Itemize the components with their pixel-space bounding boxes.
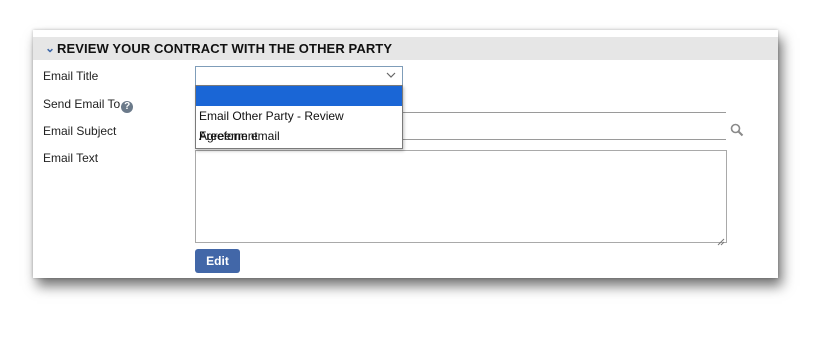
email-title-dropdown: Email Other Party - Review Agreement Fre… xyxy=(195,85,403,149)
dropdown-option-freeform[interactable]: Freeform email xyxy=(196,126,402,146)
email-text-area[interactable] xyxy=(195,150,727,246)
send-email-to-label: Send Email To xyxy=(43,97,121,111)
email-title-select[interactable] xyxy=(195,66,403,86)
search-icon[interactable] xyxy=(730,123,744,137)
review-contract-panel: ⌄ REVIEW YOUR CONTRACT WITH THE OTHER PA… xyxy=(33,30,778,278)
chevron-down-icon[interactable] xyxy=(385,68,397,82)
edit-button[interactable]: Edit xyxy=(195,249,240,273)
dropdown-option-review-agreement[interactable]: Email Other Party - Review Agreement xyxy=(196,106,402,143)
section-title: REVIEW YOUR CONTRACT WITH THE OTHER PART… xyxy=(57,41,393,56)
send-email-to-row: Send Email To? xyxy=(43,97,134,113)
help-icon[interactable]: ? xyxy=(121,101,134,113)
dropdown-option-blank[interactable] xyxy=(196,86,402,106)
email-subject-label: Email Subject xyxy=(43,124,117,138)
chevron-down-icon[interactable]: ⌄ xyxy=(45,41,55,55)
email-title-label: Email Title xyxy=(43,69,99,83)
section-header[interactable]: ⌄ REVIEW YOUR CONTRACT WITH THE OTHER PA… xyxy=(33,37,778,60)
resize-handle-icon[interactable] xyxy=(717,233,725,246)
email-text-label: Email Text xyxy=(43,151,99,165)
